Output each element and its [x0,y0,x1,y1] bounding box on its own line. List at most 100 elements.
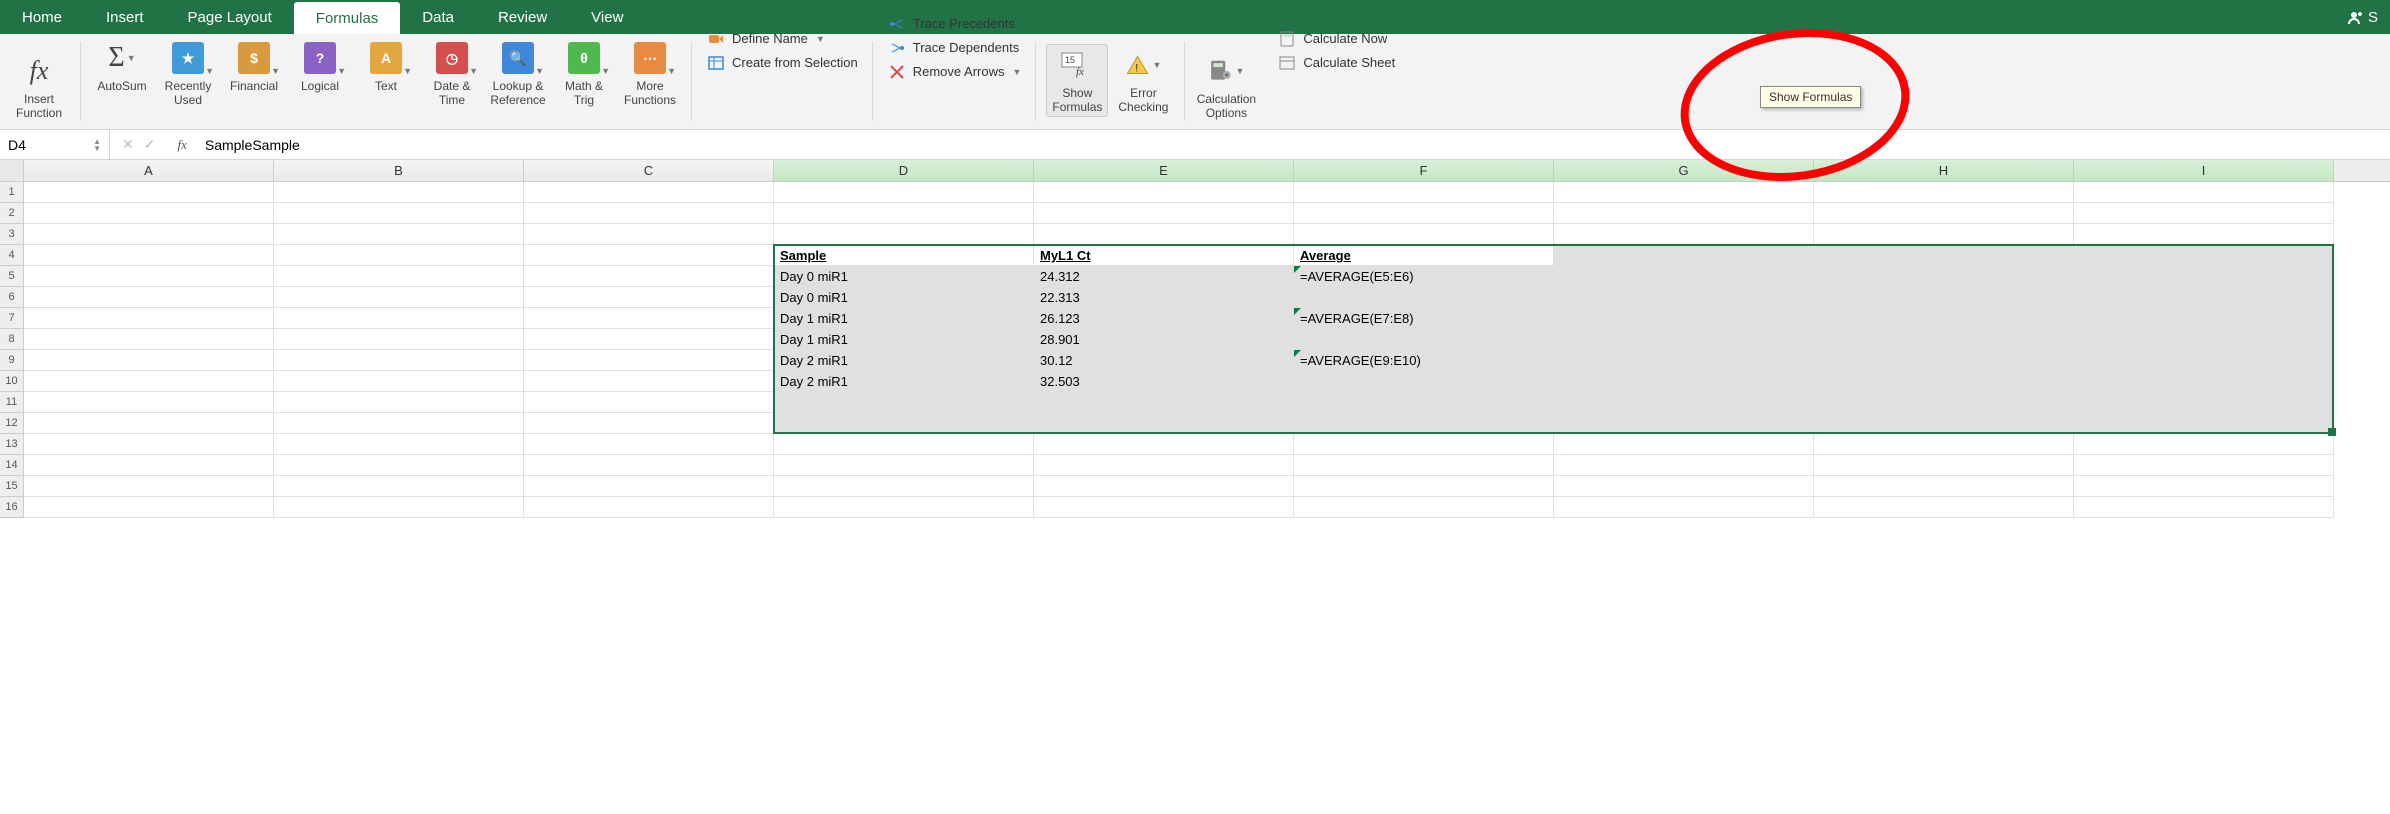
cell[interactable] [524,245,774,266]
cell[interactable] [1554,308,1814,329]
cell[interactable] [1554,392,1814,413]
cell[interactable] [24,203,274,224]
cell[interactable] [1814,287,2074,308]
cell[interactable] [1554,476,1814,497]
cell[interactable] [2074,455,2334,476]
cell[interactable] [2074,497,2334,518]
cell[interactable]: Day 2 miR1 [774,350,1034,371]
cell[interactable] [2074,392,2334,413]
lookup-reference-button[interactable]: 🔍▼ Lookup & Reference [487,40,549,108]
autosum-button[interactable]: Σ▼ AutoSum [91,40,153,94]
cell[interactable] [774,497,1034,518]
row-header[interactable]: 7 [0,308,24,329]
row-header[interactable]: 16 [0,497,24,518]
cell[interactable] [2074,203,2334,224]
cell[interactable] [1034,224,1294,245]
remove-arrows-button[interactable]: Remove Arrows ▼ [883,62,1026,82]
cell[interactable] [524,497,774,518]
cell[interactable] [1814,476,2074,497]
cell[interactable] [524,287,774,308]
cell[interactable] [2074,329,2334,350]
row-header[interactable]: 8 [0,329,24,350]
name-box-stepper[interactable]: ▲▼ [93,138,101,152]
column-header[interactable]: F [1294,160,1554,181]
cell[interactable] [274,371,524,392]
create-from-selection-button[interactable]: Create from Selection [702,53,862,73]
cell[interactable] [24,371,274,392]
cell[interactable] [1814,203,2074,224]
cell[interactable] [24,245,274,266]
cell[interactable] [2074,308,2334,329]
cell[interactable] [2074,434,2334,455]
cell[interactable] [1294,497,1554,518]
cell[interactable] [2074,371,2334,392]
cell[interactable] [1294,287,1554,308]
trace-precedents-button[interactable]: Trace Precedents [883,14,1019,34]
cell[interactable]: MyL1 Ct [1034,245,1294,266]
cell[interactable] [1814,266,2074,287]
cell[interactable] [1554,350,1814,371]
cell[interactable] [1034,476,1294,497]
cell[interactable] [24,413,274,434]
cell[interactable] [1294,392,1554,413]
cell[interactable]: Day 1 miR1 [774,329,1034,350]
cell[interactable] [274,182,524,203]
cell[interactable] [524,224,774,245]
tab-data[interactable]: Data [400,0,476,34]
show-formulas-button[interactable]: 15fx Show Formulas [1046,44,1108,118]
cell[interactable]: 22.313 [1034,287,1294,308]
cell[interactable] [2074,413,2334,434]
cancel-icon[interactable]: ✕ [122,136,134,153]
tab-home[interactable]: Home [0,0,84,34]
insert-function-button[interactable]: fx Insert Function [8,53,70,121]
cell[interactable] [524,350,774,371]
spreadsheet-grid[interactable]: ABCDEFGHI 1234SampleMyL1 CtAverage5Day 0… [0,160,2390,518]
cell[interactable] [1814,329,2074,350]
cell[interactable] [274,308,524,329]
cell[interactable] [24,434,274,455]
cell[interactable] [24,350,274,371]
cell[interactable] [2074,287,2334,308]
cell[interactable] [774,455,1034,476]
share-button[interactable]: S [2336,0,2390,34]
cell[interactable]: Average [1294,245,1554,266]
tab-formulas[interactable]: Formulas [294,2,401,34]
cell[interactable]: Sample [774,245,1034,266]
cell[interactable] [524,266,774,287]
tab-review[interactable]: Review [476,0,569,34]
cell[interactable] [1554,182,1814,203]
cell[interactable] [24,182,274,203]
cell[interactable] [274,413,524,434]
more-functions-button[interactable]: ⋯▼ More Functions [619,40,681,108]
row-header[interactable]: 13 [0,434,24,455]
cell[interactable] [1034,203,1294,224]
row-header[interactable]: 6 [0,287,24,308]
cell[interactable] [1814,245,2074,266]
cell[interactable] [274,434,524,455]
calculation-options-button[interactable]: ▼ Calculation Options [1195,53,1257,121]
cell[interactable] [1554,455,1814,476]
row-header[interactable]: 10 [0,371,24,392]
cell[interactable]: Day 0 miR1 [774,287,1034,308]
cell[interactable] [1294,371,1554,392]
row-header[interactable]: 4 [0,245,24,266]
row-header[interactable]: 5 [0,266,24,287]
cell[interactable] [774,392,1034,413]
cell[interactable] [524,329,774,350]
calculate-now-button[interactable]: Calculate Now [1273,29,1391,49]
cell[interactable] [524,455,774,476]
cell[interactable]: Day 2 miR1 [774,371,1034,392]
cell[interactable] [1814,413,2074,434]
column-header[interactable]: C [524,160,774,181]
cell[interactable] [1294,413,1554,434]
cell[interactable] [274,497,524,518]
cell[interactable] [274,476,524,497]
cell[interactable] [774,413,1034,434]
cell[interactable]: =AVERAGE(E5:E6) [1294,266,1554,287]
cell[interactable]: 30.12 [1034,350,1294,371]
cell[interactable] [24,266,274,287]
select-all-corner[interactable] [0,160,24,181]
cell[interactable] [1554,224,1814,245]
cell[interactable] [1034,182,1294,203]
date-time-button[interactable]: ◷▼ Date & Time [421,40,483,108]
